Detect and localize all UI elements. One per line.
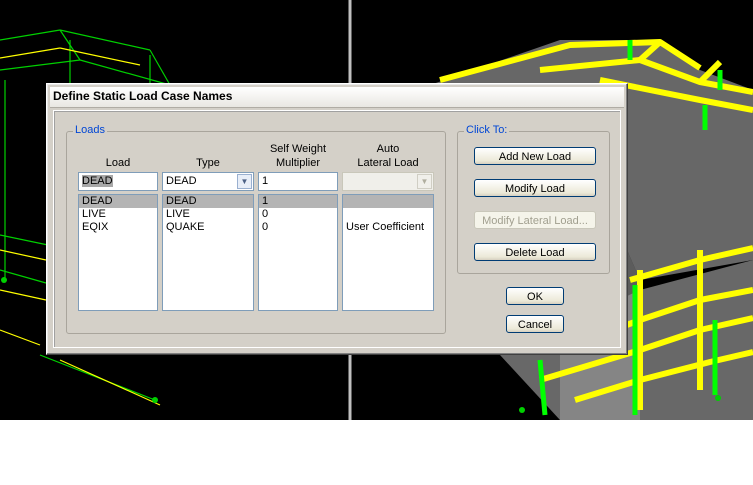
load-name-value: DEAD [82, 175, 113, 187]
load-type-select[interactable]: DEAD ▼ [162, 172, 254, 191]
list-item[interactable]: DEAD [163, 195, 253, 208]
chevron-down-icon[interactable]: ▼ [237, 174, 252, 189]
load-type-value: DEAD [166, 175, 197, 187]
self-weight-multiplier-input[interactable]: 1 [258, 172, 338, 191]
type-column-header: Type [196, 157, 220, 169]
list-item[interactable]: LIVE [79, 208, 157, 221]
list-item[interactable]: 1 [259, 195, 337, 208]
auto-lateral-header-line2: Lateral Load [357, 157, 419, 169]
dialog-titlebar[interactable]: Define Static Load Case Names [50, 87, 624, 108]
delete-load-button[interactable]: Delete Load [474, 243, 596, 261]
define-static-load-case-dialog: Define Static Load Case Names Loads Load… [46, 83, 628, 355]
list-item[interactable]: EQIX [79, 221, 157, 234]
list-item[interactable]: QUAKE [163, 221, 253, 234]
auto-lateral-load-select[interactable]: ▼ [342, 172, 434, 191]
chevron-down-icon[interactable]: ▼ [417, 174, 432, 189]
list-item[interactable]: DEAD [79, 195, 157, 208]
self-weight-multiplier-value: 1 [262, 175, 269, 187]
list-item[interactable] [343, 195, 433, 208]
auto-lateral-header-line1: Auto [376, 143, 400, 155]
loads-group-legend: Loads [73, 124, 107, 136]
dialog-title: Define Static Load Case Names [53, 89, 233, 103]
load-name-list[interactable]: DEAD LIVE EQIX [78, 194, 158, 311]
list-item[interactable]: User Coefficient [343, 221, 433, 234]
ok-button[interactable]: OK [506, 287, 564, 305]
click-to-group-legend: Click To: [464, 124, 510, 136]
load-type-list[interactable]: DEAD LIVE QUAKE [162, 194, 254, 311]
add-new-load-button[interactable]: Add New Load [474, 147, 596, 165]
self-weight-header-line2: Multiplier [275, 157, 320, 169]
list-item[interactable]: 0 [259, 208, 337, 221]
modify-load-button[interactable]: Modify Load [474, 179, 596, 197]
list-item[interactable]: 0 [259, 221, 337, 234]
modify-lateral-load-button[interactable]: Modify Lateral Load... [474, 211, 596, 229]
multiplier-list[interactable]: 1 0 0 [258, 194, 338, 311]
list-item[interactable] [343, 208, 433, 221]
auto-lateral-load-list[interactable]: User Coefficient [342, 194, 434, 311]
list-item[interactable]: LIVE [163, 208, 253, 221]
load-name-input[interactable]: DEAD [78, 172, 158, 191]
self-weight-header-line1: Self Weight [269, 143, 327, 155]
cancel-button[interactable]: Cancel [506, 315, 564, 333]
load-column-header: Load [105, 157, 131, 169]
